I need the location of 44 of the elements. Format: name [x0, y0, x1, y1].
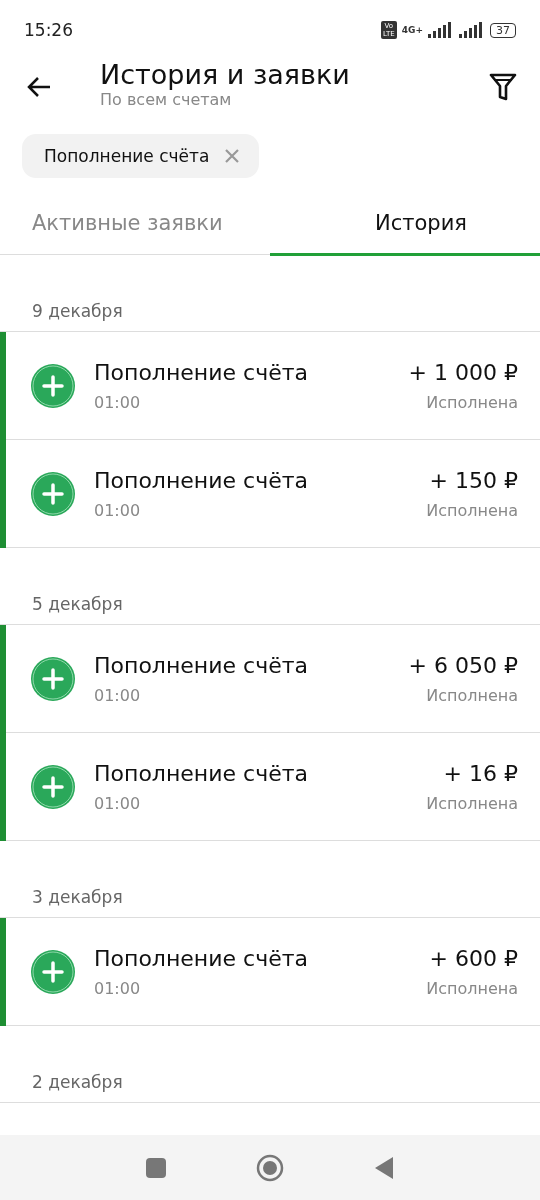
plus-circle-icon: [30, 763, 76, 810]
transaction-status: Исполнена: [426, 685, 518, 705]
network-type: 4G+: [401, 25, 423, 35]
date-header: 2 декабря: [0, 1026, 540, 1103]
signal-icon: [428, 22, 454, 38]
plus-circle-icon: [30, 362, 76, 409]
transaction-title: Пополнение счёта: [94, 945, 309, 971]
tab[interactable]: История: [270, 194, 540, 256]
plus-circle-icon: [30, 948, 76, 995]
transaction-status: Исполнена: [426, 500, 518, 520]
transaction-time: 01:00: [94, 685, 142, 705]
transaction-amount: + 16 ₽: [443, 760, 518, 786]
close-icon[interactable]: [225, 149, 240, 163]
transaction-title: Пополнение счёта: [94, 467, 309, 493]
date-header: 5 декабря: [0, 548, 540, 625]
transaction-status: Исполнена: [426, 392, 518, 412]
transaction-amount: + 600 ₽: [429, 945, 518, 971]
tab[interactable]: Активные заявки: [0, 194, 270, 256]
filter-chip[interactable]: Пополнение счёта: [22, 134, 260, 178]
transaction-time: 01:00: [94, 500, 142, 520]
transaction-title: Пополнение счёта: [94, 652, 309, 678]
plus-circle-icon: [30, 470, 76, 517]
plus-circle-icon: [30, 655, 76, 702]
transaction-status: Исполнена: [426, 978, 518, 998]
date-header: 3 декабря: [0, 841, 540, 918]
transaction-status: Исполнена: [426, 793, 518, 813]
page-title: История и заявки: [100, 60, 351, 90]
transaction-time: 01:00: [94, 793, 142, 813]
back-nav-button[interactable]: [374, 1155, 394, 1180]
home-button[interactable]: [256, 1153, 284, 1182]
recents-button[interactable]: [146, 1157, 166, 1178]
transaction-title: Пополнение счёта: [94, 760, 309, 786]
date-header: 9 декабря: [0, 255, 540, 332]
transaction-title: Пополнение счёта: [94, 359, 309, 385]
battery-indicator: 37: [490, 22, 516, 38]
transaction-time: 01:00: [94, 392, 142, 412]
transaction-amount: + 6 050 ₽: [408, 652, 518, 678]
transaction-time: 01:00: [94, 978, 142, 998]
transaction-amount: + 1 000 ₽: [408, 359, 518, 385]
filter-button[interactable]: [488, 72, 518, 102]
transaction-amount: + 150 ₽: [429, 467, 518, 493]
status-time: 15:26: [24, 20, 73, 40]
signal-icon: [459, 22, 485, 38]
page-subtitle: По всем счетам: [100, 90, 233, 109]
